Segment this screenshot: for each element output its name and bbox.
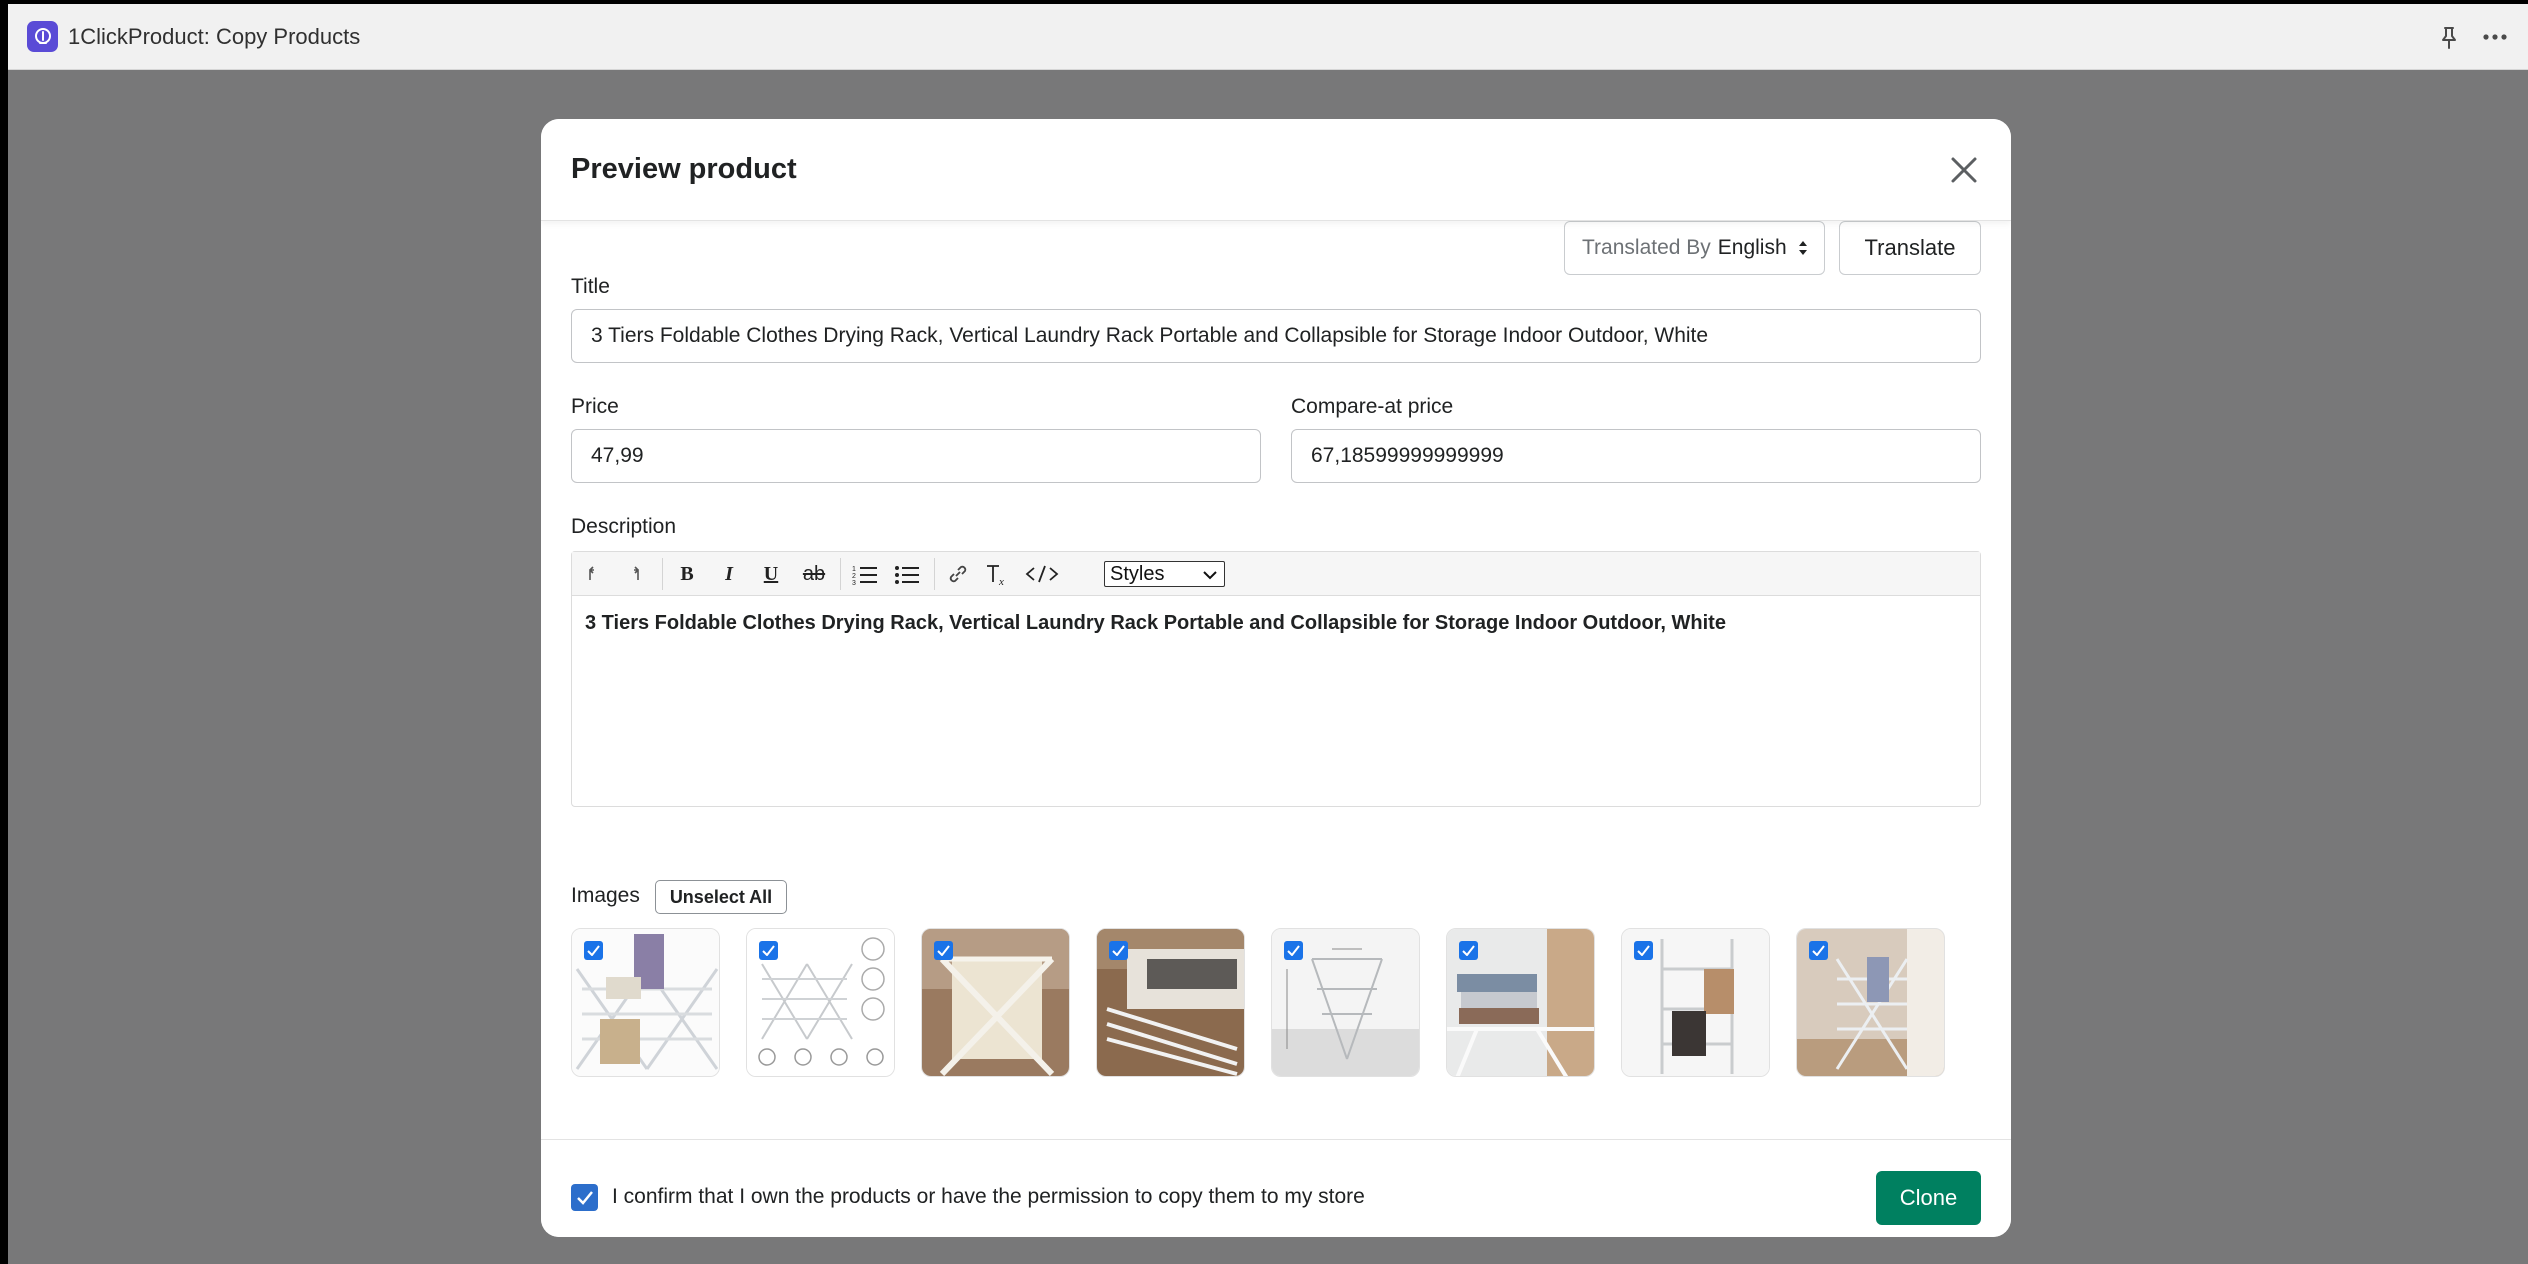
image-checkbox[interactable] [1284, 941, 1303, 960]
svg-text:x: x [998, 576, 1004, 586]
description-label: Description [571, 515, 677, 538]
description-text[interactable]: 3 Tiers Foldable Clothes Drying Rack, Ve… [585, 612, 1726, 635]
image-checkbox[interactable] [584, 941, 603, 960]
image-checkbox[interactable] [1109, 941, 1128, 960]
translate-language-select[interactable]: Translated By English [1564, 221, 1825, 275]
product-image-5[interactable] [1271, 928, 1420, 1077]
sort-arrows-icon [1798, 241, 1807, 255]
modal-header: Preview product [541, 119, 2011, 221]
bullet-list-icon[interactable] [892, 560, 922, 588]
translate-prefix: Translated By [1582, 236, 1711, 259]
confirm-label[interactable]: I confirm that I own the products or hav… [612, 1185, 1365, 1209]
modal-title: Preview product [571, 153, 797, 185]
app-titlebar: 1ClickProduct: Copy Products [8, 4, 2528, 70]
product-image-4[interactable] [1096, 928, 1245, 1077]
price-label: Price [571, 395, 619, 418]
code-view-icon[interactable] [1024, 560, 1060, 588]
toolbar-separator [934, 558, 935, 590]
confirm-checkbox[interactable] [571, 1184, 598, 1211]
more-options-icon[interactable] [2480, 24, 2510, 50]
underline-button[interactable]: U [758, 560, 784, 588]
svg-text:2: 2 [852, 573, 856, 580]
link-icon[interactable] [944, 560, 972, 588]
app-window: 1ClickProduct: Copy Products Preview pro… [8, 4, 2528, 1264]
clear-format-icon[interactable]: x [984, 560, 1012, 588]
images-label: Images [571, 884, 640, 907]
undo-icon[interactable] [582, 560, 606, 588]
compare-price-label: Compare-at price [1291, 395, 1454, 418]
product-image-1[interactable] [571, 928, 720, 1077]
toolbar-separator [840, 558, 841, 590]
italic-button[interactable]: I [716, 560, 742, 588]
app-logo-icon [27, 21, 58, 52]
product-image-6[interactable] [1446, 928, 1595, 1077]
modal-footer: I confirm that I own the products or hav… [541, 1139, 2011, 1237]
price-input[interactable]: 47,99 [571, 429, 1261, 483]
toolbar-separator [662, 558, 663, 590]
product-image-8[interactable] [1796, 928, 1945, 1077]
image-checkbox[interactable] [1459, 941, 1478, 960]
description-editor[interactable]: B I U ab 123 x Styles 3 Tiers Foldable C… [571, 551, 1981, 807]
app-title: 1ClickProduct: Copy Products [68, 24, 361, 49]
unselect-all-button[interactable]: Unselect All [655, 880, 787, 914]
chevron-down-icon [1203, 571, 1217, 580]
product-image-3[interactable] [921, 928, 1070, 1077]
pin-icon[interactable] [2436, 25, 2462, 51]
translate-language: English [1717, 236, 1787, 259]
preview-product-modal: Preview product Translated By English Tr… [541, 119, 2011, 1237]
redo-icon[interactable] [622, 560, 646, 588]
svg-text:1: 1 [852, 566, 856, 573]
image-checkbox[interactable] [1634, 941, 1653, 960]
svg-text:3: 3 [852, 580, 856, 585]
bold-button[interactable]: B [674, 560, 700, 588]
translate-button[interactable]: Translate [1839, 221, 1981, 275]
styles-dropdown-label: Styles [1110, 562, 1165, 585]
ordered-list-icon[interactable]: 123 [850, 560, 880, 588]
strikethrough-button[interactable]: ab [798, 560, 830, 588]
product-image-7[interactable] [1621, 928, 1770, 1077]
compare-price-input[interactable]: 67,18599999999999 [1291, 429, 1981, 483]
clone-button[interactable]: Clone [1876, 1171, 1981, 1225]
close-icon[interactable] [1947, 153, 1981, 187]
image-checkbox[interactable] [1809, 941, 1828, 960]
styles-dropdown[interactable]: Styles [1104, 561, 1225, 587]
image-checkbox[interactable] [934, 941, 953, 960]
editor-toolbar: B I U ab 123 x Styles [572, 552, 1980, 596]
image-checkbox[interactable] [759, 941, 778, 960]
title-input[interactable]: 3 Tiers Foldable Clothes Drying Rack, Ve… [571, 309, 1981, 363]
product-image-2[interactable] [746, 928, 895, 1077]
title-label: Title [571, 275, 610, 298]
